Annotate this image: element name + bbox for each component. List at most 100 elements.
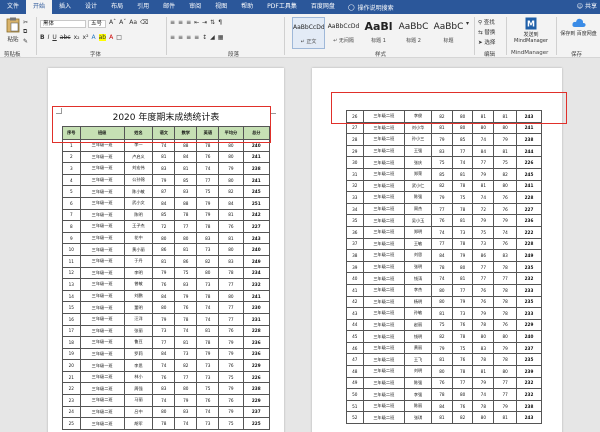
table-cell[interactable]: 49 [346,376,364,390]
table-cell[interactable]: 38 [346,249,364,262]
table-cell[interactable]: 20 [62,359,81,372]
table-cell[interactable]: 80 [472,121,495,135]
table-cell[interactable]: 241 [242,289,271,303]
table-cell[interactable]: 245 [242,185,271,198]
table-cell[interactable]: 33 [346,191,364,204]
table-cell[interactable]: 74 [431,225,453,239]
cut-icon[interactable]: ✂ [23,19,28,26]
table-cell[interactable]: 黄小丽 [123,243,154,256]
table-cell[interactable]: 三年级二班 [79,405,125,419]
table-cell[interactable]: 243 [516,411,542,425]
table-cell[interactable]: 79 [493,214,518,227]
table-cell[interactable]: 武小文 [123,196,154,210]
table-cell[interactable]: 三年级一班 [79,243,125,256]
table-cell[interactable]: 81 [431,307,453,320]
align-right-icon[interactable]: ≡ [186,34,191,41]
font-size-select[interactable]: 五号 [88,20,106,28]
table-cell[interactable]: 三年级一班 [79,208,125,222]
table-cell[interactable]: 251 [242,196,271,210]
table-cell[interactable]: 85 [152,208,176,222]
table-cell[interactable]: 80 [152,405,176,419]
table-cell[interactable]: 79 [218,162,244,175]
table-cell[interactable]: 78 [493,307,518,320]
table-cell[interactable]: 三年级二班 [362,260,406,274]
table-cell[interactable]: 78 [431,388,453,401]
table-cell[interactable]: 81 [152,254,176,268]
table-cell[interactable]: 76 [152,370,176,384]
table-cell[interactable]: 罗莉 [123,347,154,361]
table-cell[interactable]: 82 [451,411,474,425]
shading-icon[interactable]: ◢ [210,34,215,41]
table-cell[interactable]: 77 [493,376,518,390]
clear-format-icon[interactable]: ⌫ [140,19,148,26]
table-cell[interactable]: 汪洋 [123,312,154,326]
table-cell[interactable]: 81 [493,144,518,158]
table-cell[interactable]: 三年级一班 [79,139,125,152]
table-cell[interactable]: 三年级一班 [79,312,125,326]
grade-table-page-2[interactable]: 26 三年级二班 李俊 82 80 81 81 243 27 三年级二班 刘小华 81 80 80 80 24… [346,110,542,425]
column-header[interactable]: 班级 [79,126,125,140]
table-cell[interactable]: 242 [242,208,271,222]
table-cell[interactable]: 三年级二班 [362,330,406,343]
tab-0[interactable]: 文件 [0,0,26,14]
table-cell[interactable]: 74 [174,324,198,338]
table-cell[interactable]: 三年级二班 [362,341,406,355]
table-cell[interactable]: 三年级二班 [362,318,406,332]
send-to-mindmanager-button[interactable]: M 发送到 MindManager [509,17,553,44]
table-cell[interactable]: 4 [62,173,81,187]
table-cell[interactable]: 花中 [123,231,154,245]
table-cell[interactable]: 79 [431,133,453,146]
table-cell[interactable]: 82 [218,185,244,198]
table-cell[interactable]: 225 [242,417,271,430]
table-cell[interactable]: 19 [62,347,81,361]
table-cell[interactable]: 73 [451,307,474,320]
tab-9[interactable]: 帮助 [234,0,260,14]
table-cell[interactable]: 240 [516,330,542,343]
show-marks-icon[interactable]: ¶ [218,19,222,26]
table-cell[interactable]: 王子杰 [123,220,154,233]
table-cell[interactable]: 74 [196,312,220,326]
table-cell[interactable]: 78 [472,318,495,332]
table-cell[interactable]: 228 [516,191,542,204]
table-cell[interactable]: 15 [62,301,81,314]
table-cell[interactable]: 三年级二班 [362,156,406,169]
table-cell[interactable]: 三年级二班 [79,417,125,430]
table-cell[interactable]: 吕中 [123,405,154,419]
table-cell[interactable]: 88 [174,139,198,152]
table-cell[interactable]: 2 [62,150,81,164]
table-cell[interactable]: 三年级二班 [362,214,406,227]
sort-icon[interactable]: ⇅ [210,19,215,26]
table-cell[interactable]: 229 [516,318,542,332]
table-cell[interactable]: 83 [174,405,198,419]
table-cell[interactable]: 三年级一班 [79,150,125,164]
table-cell[interactable]: 76 [451,318,474,332]
table-cell[interactable]: 74 [196,405,220,419]
find-button[interactable]: ⚲ 查找 [478,18,495,26]
table-cell[interactable]: 7 [62,208,81,222]
table-cell[interactable]: 73 [196,278,220,291]
table-cell[interactable]: 76 [472,283,495,297]
table-cell[interactable]: 76 [218,324,244,338]
replace-button[interactable]: ⇆ 替换 [478,28,495,36]
table-cell[interactable]: 78 [451,365,474,378]
table-cell[interactable]: 杨明 [404,295,433,309]
document-title[interactable]: 2020 年度期末成绩统计表 [48,110,284,123]
table-cell[interactable]: 78 [451,237,474,251]
table-cell[interactable]: 80 [218,150,244,164]
table-cell[interactable]: 249 [516,249,542,262]
table-cell[interactable]: 周强 [123,382,154,396]
table-cell[interactable]: 238 [242,382,271,396]
table-cell[interactable]: 76 [493,202,518,216]
table-cell[interactable]: 81 [472,179,495,193]
table-cell[interactable]: 73 [196,359,220,372]
page-2[interactable]: 26 三年级二班 李俊 82 80 81 81 243 27 三年级二班 刘小华 81 80 80 80 24… [312,68,562,432]
table-cell[interactable]: 81 [174,162,198,175]
tab-5[interactable]: 引用 [130,0,156,14]
table-cell[interactable]: 76 [218,220,244,233]
table-cell[interactable]: 卢启义 [123,150,154,164]
table-cell[interactable]: 三年级二班 [362,225,406,239]
table-cell[interactable]: 三年级二班 [362,237,406,251]
table-cell[interactable]: 三年级二班 [79,382,125,396]
table-cell[interactable]: 周杰 [404,202,433,216]
table-cell[interactable]: 25 [62,417,81,430]
